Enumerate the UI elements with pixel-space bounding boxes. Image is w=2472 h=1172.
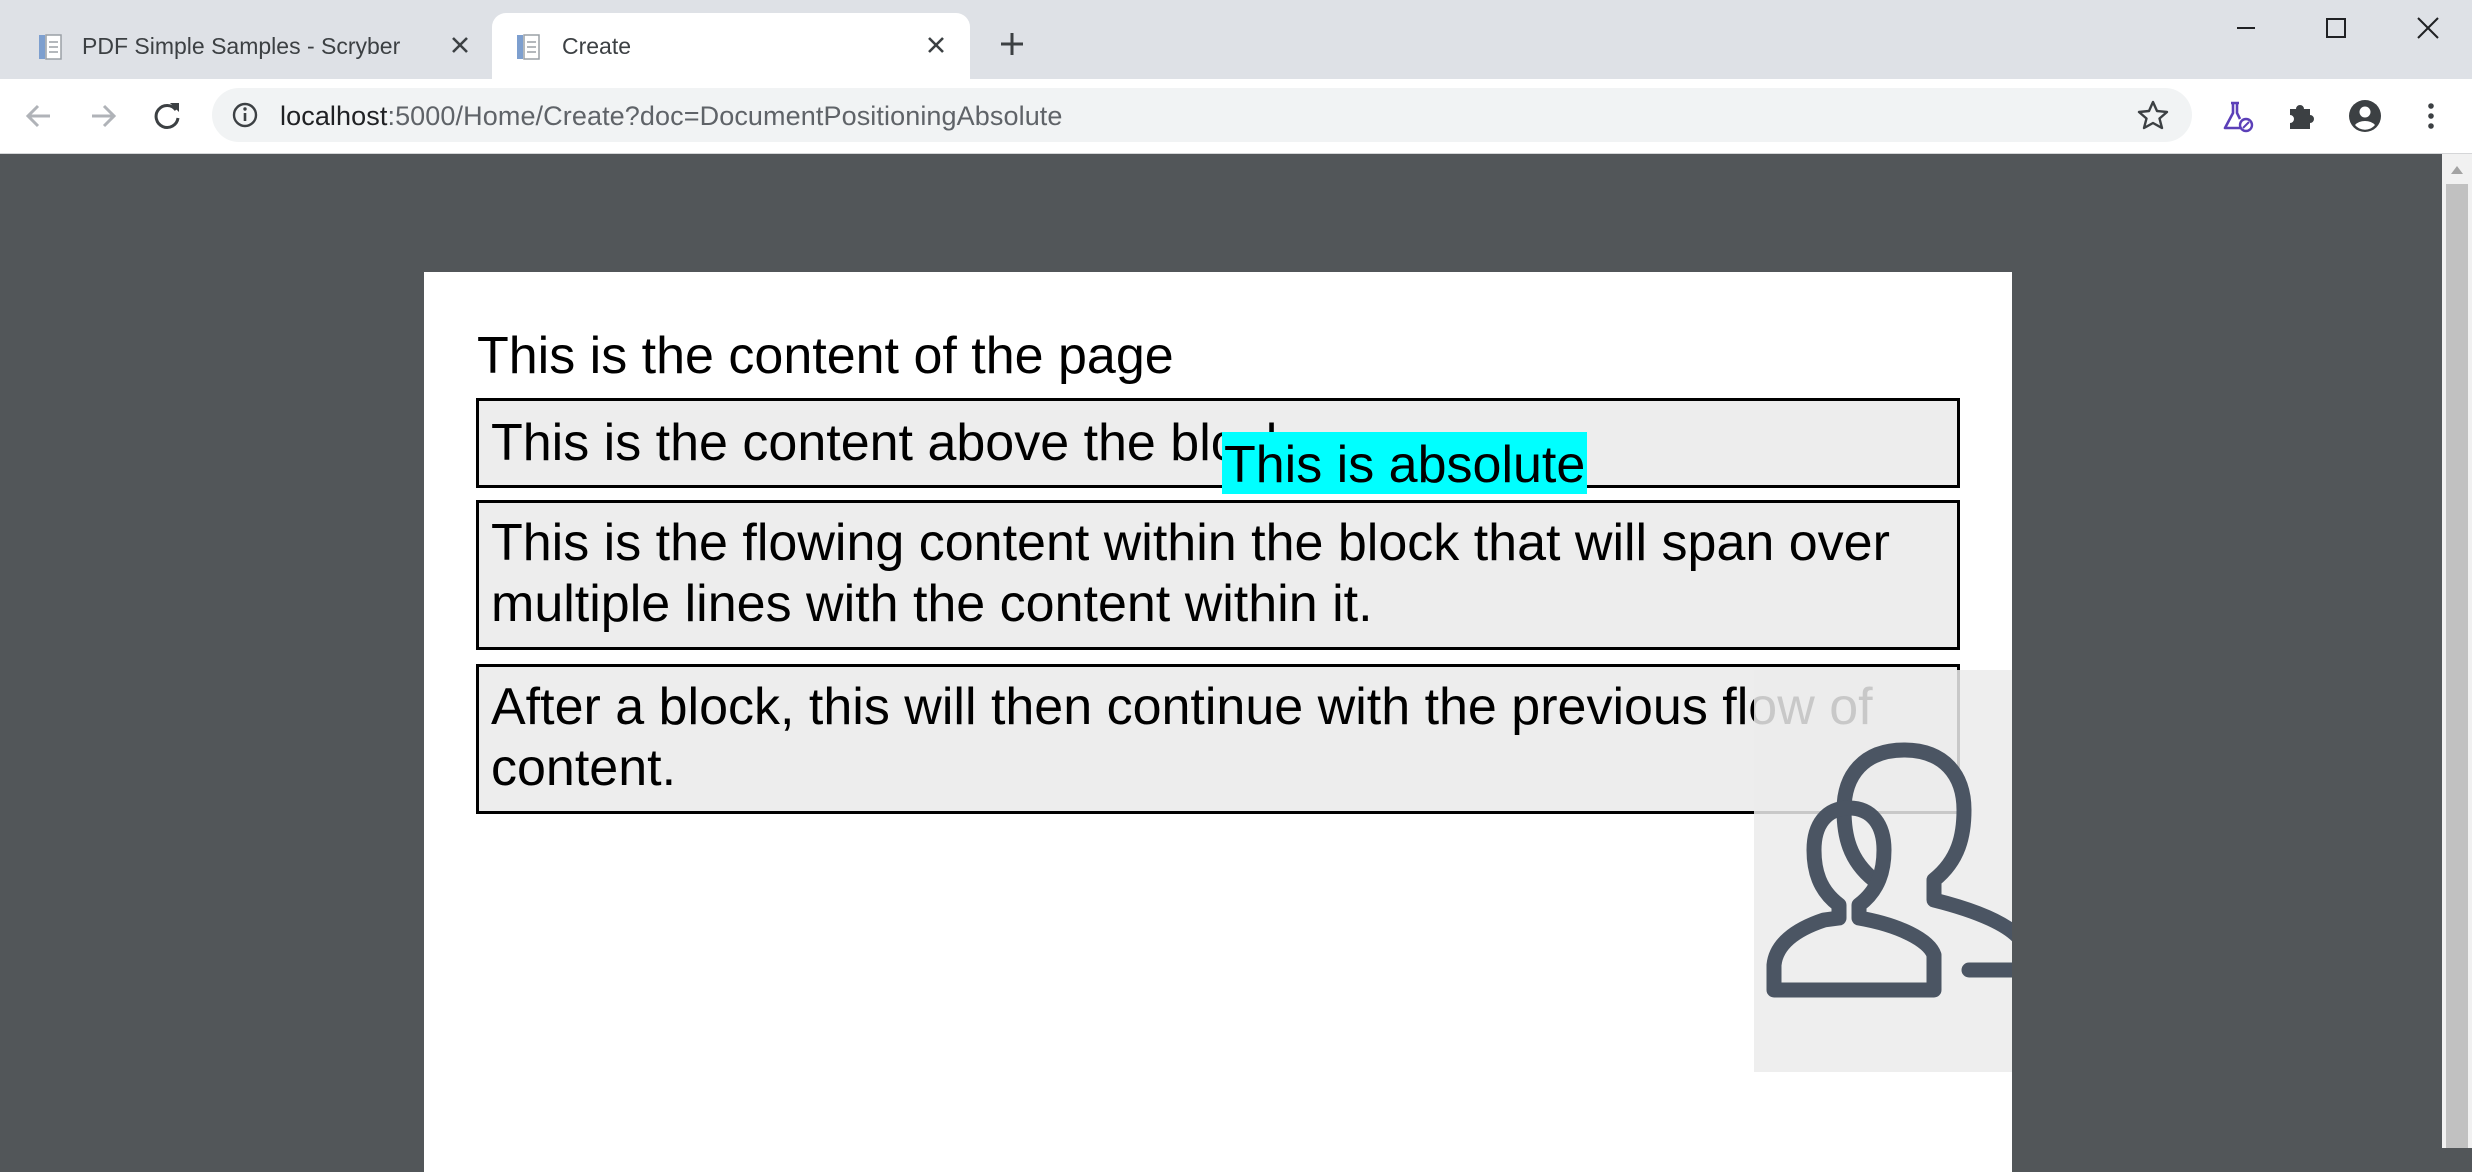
tab-title: Create [562, 33, 632, 59]
reload-icon[interactable] [148, 97, 186, 135]
extensions-puzzle-icon[interactable] [2282, 97, 2320, 135]
browser-titlebar: PDF Simple Samples - Scryber Create [0, 0, 2472, 79]
users-image [1754, 670, 2012, 1072]
new-tab-icon[interactable] [996, 28, 1028, 60]
block-above-text: This is the content above the block [491, 414, 1292, 472]
users-icon [1766, 742, 2012, 998]
more-menu-icon[interactable] [2412, 97, 2450, 135]
scroll-up-arrow-icon[interactable] [2449, 164, 2465, 176]
url-path: :5000/Home/Create?doc=DocumentPositionin… [387, 101, 1063, 131]
url-host: localhost [280, 101, 388, 131]
profile-avatar-icon[interactable] [2346, 97, 2384, 135]
url-text[interactable]: localhost:5000/Home/Create?doc=DocumentP… [280, 101, 1063, 132]
back-icon[interactable] [20, 97, 58, 135]
tab-title: PDF Simple Samples - Scryber [82, 33, 401, 59]
document-icon [39, 34, 62, 60]
close-tab-icon[interactable] [444, 29, 476, 61]
after-block-text: After a block, this will then continue w… [491, 678, 1873, 797]
close-window-icon[interactable] [2408, 8, 2448, 48]
after-block: After a block, this will then continue w… [476, 664, 1960, 814]
page-content-text: This is the content of the page [477, 327, 1174, 385]
labs-flask-icon[interactable] [2218, 97, 2256, 135]
browser-toolbar: localhost:5000/Home/Create?doc=DocumentP… [0, 79, 2472, 154]
pdf-page: This is the content of the page This is … [424, 272, 2012, 1172]
flowing-content-text: This is the flowing content within the b… [491, 514, 1890, 633]
document-icon [517, 34, 540, 60]
tab-create[interactable]: Create [492, 13, 970, 79]
scrollbar-thumb[interactable] [2446, 184, 2468, 1148]
vertical-scrollbar[interactable] [2442, 154, 2472, 1148]
absolute-positioned-text: This is absolute [1222, 432, 1588, 494]
info-icon[interactable] [230, 100, 260, 130]
tab-pdf-simple-samples[interactable]: PDF Simple Samples - Scryber [0, 13, 490, 79]
forward-icon[interactable] [84, 97, 122, 135]
block-above: This is the content above the block [476, 398, 1960, 488]
maximize-icon[interactable] [2316, 8, 2356, 48]
minimize-icon[interactable] [2226, 8, 2266, 48]
flowing-content-block: This is the flowing content within the b… [476, 500, 1960, 650]
close-tab-icon[interactable] [920, 29, 952, 61]
address-bar[interactable]: localhost:5000/Home/Create?doc=DocumentP… [212, 88, 2192, 142]
bookmark-star-icon[interactable] [2136, 98, 2170, 132]
